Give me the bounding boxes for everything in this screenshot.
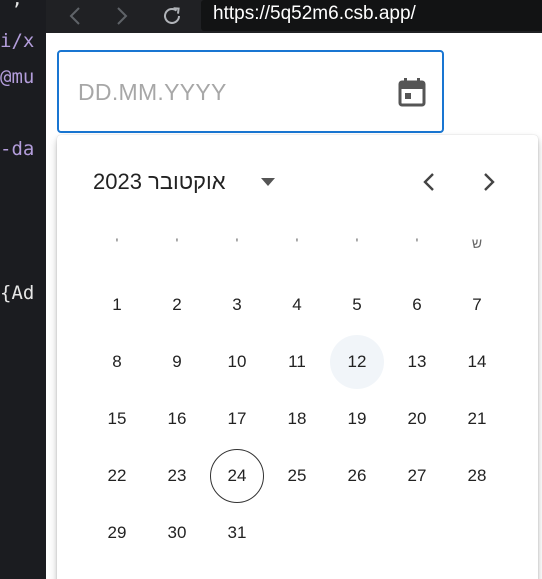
day-cell[interactable]: 19 [330, 392, 384, 446]
code-line: -da [0, 138, 35, 160]
back-button[interactable] [60, 2, 90, 30]
day-cell[interactable]: 21 [450, 392, 504, 446]
day-cell[interactable]: 11 [270, 335, 324, 389]
reload-button[interactable] [157, 2, 187, 30]
day-cell[interactable]: 10 [210, 335, 264, 389]
code-line: @mu [0, 66, 35, 88]
code-line: "; [0, 0, 23, 10]
day-cell[interactable]: 29 [90, 506, 144, 560]
day-cell[interactable]: 31 [210, 506, 264, 560]
month-year-label: אוקטובר 2023 [93, 169, 226, 194]
reload-icon [164, 7, 180, 24]
open-calendar-button[interactable] [395, 75, 429, 109]
calendar-icon [398, 78, 426, 107]
calendar-popup: אוקטובר 2023 ' ' ' ' ' ' ש 1 2 3 4 5 6 7 8 9 10 11 12 13 14… [57, 135, 538, 579]
next-month-button[interactable] [472, 165, 506, 199]
day-cell[interactable]: 25 [270, 449, 324, 503]
code-editor-strip: "; i/x @mu -da {Ad [0, 0, 46, 579]
day-cell[interactable]: 14 [450, 335, 504, 389]
day-cell[interactable]: 5 [330, 278, 384, 332]
day-cell[interactable]: 1 [90, 278, 144, 332]
address-bar[interactable]: https://5q52m6.csb.app/ [201, 0, 542, 31]
day-cell-today[interactable]: 24 [210, 449, 264, 503]
arrow-left-icon [69, 7, 80, 25]
weekday-label: ' [115, 235, 119, 251]
day-cell[interactable]: 23 [150, 449, 204, 503]
day-cell[interactable]: 16 [150, 392, 204, 446]
weekday-label: ' [355, 235, 359, 251]
day-cell[interactable]: 30 [150, 506, 204, 560]
browser-toolbar: https://5q52m6.csb.app/ [46, 0, 542, 33]
day-cell[interactable]: 27 [390, 449, 444, 503]
day-cell[interactable]: 9 [150, 335, 204, 389]
arrow-right-icon [117, 7, 128, 25]
date-field [57, 50, 444, 133]
previous-month-button[interactable] [412, 165, 446, 199]
day-cell[interactable]: 18 [270, 392, 324, 446]
day-cell[interactable]: 26 [330, 449, 384, 503]
code-line: {Ad [0, 282, 35, 304]
url-text: https://5q52m6.csb.app/ [213, 3, 416, 24]
day-cell[interactable]: 15 [90, 392, 144, 446]
day-cell[interactable]: 3 [210, 278, 264, 332]
day-cell[interactable]: 28 [450, 449, 504, 503]
caret-down-icon [261, 178, 275, 186]
day-cell[interactable]: 2 [150, 278, 204, 332]
day-cell[interactable]: 22 [90, 449, 144, 503]
chevron-left-icon [423, 173, 434, 191]
day-cell[interactable]: 8 [90, 335, 144, 389]
day-cell[interactable]: 6 [390, 278, 444, 332]
day-cell[interactable]: 17 [210, 392, 264, 446]
day-cell[interactable]: 7 [450, 278, 504, 332]
weekday-label: ' [235, 235, 239, 251]
weekday-label: ' [175, 235, 179, 251]
month-view-switch[interactable] [253, 169, 283, 195]
weekday-label: ' [295, 235, 299, 251]
weekday-label: ' [415, 235, 419, 251]
day-cell[interactable]: 4 [270, 278, 324, 332]
day-cell[interactable]: 12 [330, 335, 384, 389]
page-content: אוקטובר 2023 ''''''ש 1234567891011121314… [46, 33, 542, 579]
code-line: i/x [0, 30, 35, 52]
weekday-label: ש [471, 235, 483, 251]
chevron-right-icon [484, 173, 495, 191]
forward-button[interactable] [107, 2, 137, 30]
day-cell[interactable]: 13 [390, 335, 444, 389]
day-cell[interactable]: 20 [390, 392, 444, 446]
date-input[interactable] [78, 76, 378, 108]
